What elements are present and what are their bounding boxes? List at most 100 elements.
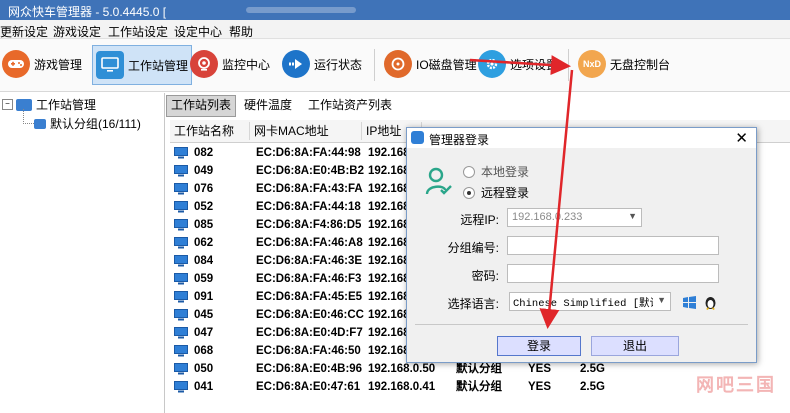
cell-mac: EC:D6:8A:FA:44:98: [256, 147, 361, 159]
cell-name: 045: [194, 309, 214, 321]
remote-ip-value: 192.168.0.233: [512, 211, 583, 223]
cell-ip: 192.168: [368, 345, 410, 357]
toolbar-monitoring-center-button[interactable]: 监控中心: [190, 45, 270, 83]
cell-ip: 192.168: [368, 237, 410, 249]
chevron-down-icon: ▼: [657, 295, 666, 305]
toolbar: 游戏管理 工作站管理 监控中心 运行状态 IO磁盘管理 选项设置 NxD 无盘控…: [0, 39, 790, 92]
toolbar-label: 监控中心: [222, 57, 271, 72]
tree-item-label: 默认分组(16/111): [50, 117, 141, 131]
cell-name: 050: [194, 363, 214, 375]
cell-name: 082: [194, 147, 214, 159]
cell-ip: 192.168: [368, 147, 410, 159]
close-icon[interactable]: ✕: [735, 129, 748, 147]
toolbar-io-disk-management-button[interactable]: IO磁盘管理: [384, 45, 477, 83]
menu-game-settings[interactable]: 游戏设定: [53, 23, 101, 40]
toolbar-separator: [374, 49, 375, 81]
menu-workstation-settings[interactable]: 工作站设定: [108, 23, 168, 40]
cell-memory: 2.5G: [580, 381, 605, 393]
cell-name: 091: [194, 291, 214, 303]
toolbar-workstation-management-button[interactable]: 工作站管理: [92, 45, 193, 85]
remote-ip-combobox[interactable]: 192.168.0.233 ▼: [507, 208, 642, 227]
group-number-input[interactable]: [507, 236, 719, 255]
tree-connector: [23, 109, 34, 124]
column-header-mac[interactable]: 网卡MAC地址: [250, 122, 362, 140]
cell-ip: 192.168: [368, 201, 410, 213]
computer-icon: [174, 147, 188, 159]
cell-ip: 192.168.0.41: [368, 381, 436, 393]
cell-ip: 192.168: [368, 219, 410, 231]
monitor-icon: [96, 51, 124, 79]
computer-icon: [174, 219, 188, 231]
toolbar-options-settings-button[interactable]: 选项设置: [478, 45, 558, 83]
toolbar-label: 无盘控制台: [610, 57, 671, 72]
column-header-name[interactable]: 工作站名称: [170, 122, 250, 140]
dialog-title-bar: 管理器登录 ✕: [407, 128, 756, 148]
cell-ip: 192.168: [368, 327, 410, 339]
menu-update-settings[interactable]: 更新设定: [0, 23, 48, 40]
radio-label: 本地登录: [481, 165, 530, 179]
cell-mac: EC:D6:8A:F4:86:D5: [256, 219, 362, 231]
language-value: Chinese Simplified [默认设]: [513, 298, 653, 310]
tree-root[interactable]: − 工作站管理: [2, 96, 96, 113]
cell-name: 062: [194, 237, 214, 249]
remote-ip-label: 远程IP:: [460, 213, 499, 227]
menu-help[interactable]: 帮助: [229, 23, 253, 40]
dialog-divider: [415, 324, 748, 325]
redacted-text: [246, 7, 356, 13]
computer-icon: [174, 255, 188, 267]
window-title: 网众快车管理器 - 5.0.4445.0 [: [8, 5, 167, 19]
collapse-icon[interactable]: −: [2, 99, 13, 110]
computer-icon: [174, 273, 188, 285]
radio-label: 远程登录: [481, 186, 530, 200]
group-number-label: 分组编号:: [447, 241, 499, 255]
cell-mac: EC:D6:8A:FA:46:F3: [256, 273, 362, 285]
toolbar-game-management-button[interactable]: 游戏管理: [2, 45, 82, 83]
login-dialog: 管理器登录 ✕ 本地登录 远程登录 远程IP: 192.168.0.233 ▼ …: [406, 127, 757, 363]
cell-name: 052: [194, 201, 214, 213]
cell-ip: 192.168: [368, 183, 410, 195]
arrow-right-icon: [282, 50, 310, 78]
cell-name: 049: [194, 165, 214, 177]
tab-workstation-assets[interactable]: 工作站资产列表: [304, 95, 396, 115]
cell-name: 047: [194, 327, 214, 339]
computer-icon: [174, 165, 188, 177]
cell-mac: EC:D6:8A:FA:43:FA: [256, 183, 363, 195]
toolbar-diskless-console-button[interactable]: NxD 无盘控制台: [578, 45, 670, 83]
cell-mac: EC:D6:8A:FA:46:3E: [256, 255, 363, 267]
cell-name: 085: [194, 219, 214, 231]
tab-workstation-list[interactable]: 工作站列表: [166, 95, 237, 117]
language-label: 选择语言:: [447, 297, 499, 311]
toolbar-separator: [568, 49, 569, 81]
toolbar-label: 工作站管理: [128, 58, 189, 73]
computer-icon: [174, 237, 188, 249]
chevron-down-icon: ▼: [628, 211, 637, 221]
exit-button[interactable]: 退出: [591, 336, 679, 356]
computer-icon: [174, 309, 188, 321]
tab-hardware-temperature[interactable]: 硬件温度: [240, 95, 296, 115]
cell-flag: YES: [528, 381, 552, 393]
linux-tux-icon: [704, 294, 717, 313]
toolbar-run-status-button[interactable]: 运行状态: [282, 45, 362, 83]
toolbar-label: 游戏管理: [34, 57, 83, 72]
workstation-tree: − 工作站管理 默认分组(16/111): [0, 93, 165, 413]
password-input[interactable]: [507, 264, 719, 283]
computer-icon: [174, 201, 188, 213]
computer-icon: [174, 327, 188, 339]
radio-local-login[interactable]: 本地登录: [463, 163, 529, 180]
menu-settings-center[interactable]: 设定中心: [174, 23, 222, 40]
menu-bar: 更新设定 游戏设定 工作站设定 设定中心 帮助: [0, 20, 790, 39]
cell-ip: 192.168: [368, 273, 410, 285]
gear-icon: [478, 50, 506, 78]
computer-icon: [174, 363, 188, 375]
cell-name: 041: [194, 381, 214, 393]
login-button[interactable]: 登录: [497, 336, 581, 356]
windows-logo-icon: [682, 296, 697, 312]
dialog-title: 管理器登录: [429, 133, 490, 147]
tree-item-default-group[interactable]: 默认分组(16/111): [34, 115, 141, 132]
title-bar: 网众快车管理器 - 5.0.4445.0 [: [0, 0, 790, 20]
language-select[interactable]: Chinese Simplified [默认设] ▼: [509, 292, 671, 311]
radio-remote-login[interactable]: 远程登录: [463, 184, 529, 201]
cell-ip: 192.168: [368, 291, 410, 303]
cell-name: 059: [194, 273, 214, 285]
computer-icon: [174, 183, 188, 195]
